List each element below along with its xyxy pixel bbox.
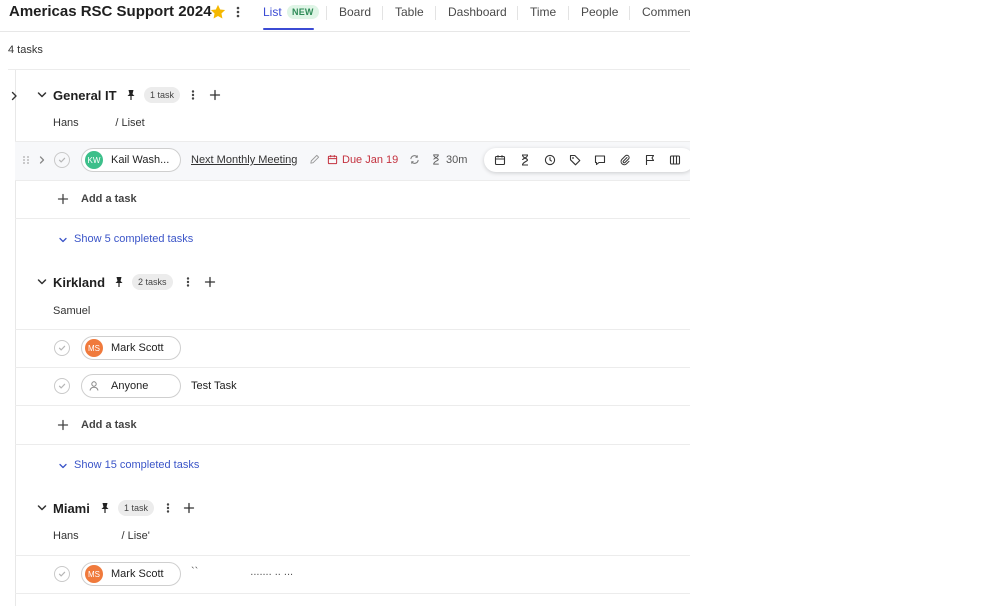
divider bbox=[15, 593, 690, 594]
divider bbox=[15, 329, 690, 330]
recurring-icon[interactable] bbox=[409, 154, 420, 165]
task-complete-checkbox[interactable] bbox=[54, 566, 70, 582]
group-title[interactable]: Kirkland bbox=[53, 275, 105, 290]
tab-comments[interactable]: Commen bbox=[642, 5, 690, 19]
assignee-pill[interactable]: MS Mark Scott bbox=[81, 562, 181, 586]
list-panel: Americas RSC Support 2024 List NEW Board… bbox=[0, 0, 690, 606]
group-task-count-badge: 1 task bbox=[118, 500, 155, 516]
avatar: KW bbox=[85, 151, 103, 169]
add-task-plus-icon[interactable] bbox=[57, 419, 69, 431]
group-subtitle: Samuel bbox=[53, 305, 91, 317]
clock-icon[interactable] bbox=[544, 154, 556, 166]
expand-sidebar-button[interactable] bbox=[6, 88, 22, 104]
assignee-pill[interactable]: Anyone bbox=[81, 374, 181, 398]
flag-icon[interactable] bbox=[644, 154, 656, 166]
group-subtitle: Hans / Liset bbox=[53, 117, 145, 129]
assignee-pill[interactable]: MS Mark Scott bbox=[81, 336, 181, 360]
tab-divider bbox=[435, 6, 436, 20]
collapse-group-chevron-icon[interactable] bbox=[36, 89, 48, 101]
task-hover-toolbar bbox=[484, 148, 690, 172]
expand-subtasks-chevron-icon[interactable] bbox=[37, 155, 47, 165]
tab-table[interactable]: Table bbox=[395, 5, 424, 19]
calendar-icon[interactable] bbox=[494, 154, 506, 166]
calendar-icon bbox=[327, 154, 338, 165]
tab-divider bbox=[382, 6, 383, 20]
project-header: Americas RSC Support 2024 List NEW Board… bbox=[0, 0, 690, 32]
person-icon bbox=[85, 377, 103, 395]
divider bbox=[15, 444, 690, 445]
pin-icon[interactable] bbox=[126, 89, 136, 101]
active-tab-indicator bbox=[263, 28, 314, 30]
hourglass-icon bbox=[431, 154, 441, 165]
assignee-name: Mark Scott bbox=[111, 342, 164, 354]
add-task-plus-icon[interactable] bbox=[183, 502, 195, 514]
group-menu-icon[interactable] bbox=[164, 501, 172, 515]
task-complete-checkbox[interactable] bbox=[54, 378, 70, 394]
drag-handle-icon[interactable] bbox=[22, 155, 30, 165]
task-name[interactable]: `` ....... .. ... bbox=[191, 566, 293, 578]
comment-icon[interactable] bbox=[594, 154, 606, 166]
divider bbox=[15, 555, 690, 556]
pin-icon[interactable] bbox=[100, 502, 110, 514]
collapse-group-chevron-icon[interactable] bbox=[36, 502, 48, 514]
favorite-star-icon[interactable] bbox=[209, 3, 227, 21]
time-estimate[interactable]: 30m bbox=[446, 154, 467, 166]
group-menu-icon[interactable] bbox=[189, 88, 197, 102]
divider bbox=[15, 180, 690, 181]
due-date[interactable]: Due Jan 19 bbox=[342, 154, 398, 166]
tab-divider bbox=[326, 6, 327, 20]
task-name[interactable]: Test Task bbox=[191, 380, 237, 392]
assignee-name: Kail Wash... bbox=[111, 154, 170, 166]
group-menu-icon[interactable] bbox=[184, 275, 192, 289]
avatar: MS bbox=[85, 339, 103, 357]
add-task-plus-icon[interactable] bbox=[209, 89, 221, 101]
add-task-button[interactable]: Add a task bbox=[81, 419, 137, 431]
assignee-name: Mark Scott bbox=[111, 568, 164, 580]
task-complete-checkbox[interactable] bbox=[54, 152, 70, 168]
project-menu-icon[interactable] bbox=[232, 4, 244, 20]
divider bbox=[8, 69, 690, 70]
add-task-button[interactable]: Add a task bbox=[81, 193, 137, 205]
group-title[interactable]: General IT bbox=[53, 88, 117, 103]
show-completed-tasks-link[interactable]: Show 5 completed tasks bbox=[74, 233, 193, 245]
tab-divider bbox=[568, 6, 569, 20]
tab-board[interactable]: Board bbox=[339, 5, 371, 19]
avatar: MS bbox=[85, 565, 103, 583]
divider bbox=[15, 218, 690, 219]
chevron-down-icon[interactable] bbox=[58, 461, 68, 471]
chevron-down-icon[interactable] bbox=[58, 235, 68, 245]
show-completed-tasks-link[interactable]: Show 15 completed tasks bbox=[74, 459, 199, 471]
tab-list[interactable]: List bbox=[263, 5, 282, 19]
group-title[interactable]: Miami bbox=[53, 501, 90, 516]
task-count: 4 tasks bbox=[8, 44, 43, 56]
attachment-icon[interactable] bbox=[619, 154, 631, 166]
project-title: Americas RSC Support 2024 bbox=[9, 3, 212, 20]
divider bbox=[15, 405, 690, 406]
group-task-count-badge: 2 tasks bbox=[132, 274, 173, 290]
add-task-plus-icon[interactable] bbox=[204, 276, 216, 288]
tab-dashboard[interactable]: Dashboard bbox=[448, 5, 507, 19]
task-name[interactable]: Next Monthly Meeting bbox=[191, 154, 297, 166]
group-task-count-badge: 1 task bbox=[144, 87, 181, 103]
columns-icon[interactable] bbox=[669, 154, 681, 166]
tab-people[interactable]: People bbox=[581, 5, 618, 19]
collapse-group-chevron-icon[interactable] bbox=[36, 276, 48, 288]
add-task-plus-icon[interactable] bbox=[57, 193, 69, 205]
task-complete-checkbox[interactable] bbox=[54, 340, 70, 356]
tab-divider bbox=[517, 6, 518, 20]
group-subtitle: Hans / Lise' bbox=[53, 530, 150, 542]
tag-icon[interactable] bbox=[569, 154, 581, 166]
edit-pencil-icon[interactable] bbox=[309, 154, 320, 165]
divider bbox=[15, 367, 690, 368]
assignee-pill[interactable]: KW Kail Wash... bbox=[81, 148, 181, 172]
assignee-name: Anyone bbox=[111, 380, 149, 392]
tab-divider bbox=[629, 6, 630, 20]
hourglass-icon[interactable] bbox=[519, 154, 531, 166]
tab-time[interactable]: Time bbox=[530, 5, 556, 19]
new-badge: NEW bbox=[287, 5, 319, 19]
pin-icon[interactable] bbox=[114, 276, 124, 288]
